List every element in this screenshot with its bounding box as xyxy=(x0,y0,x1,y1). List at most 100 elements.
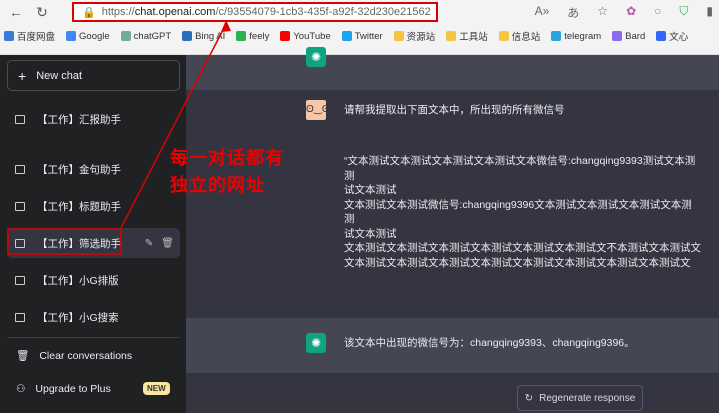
text-line: 文本测试文本测试文本测试文本测试文本测试文本测试文本测试文本测试文 xyxy=(344,256,691,269)
annotation-text: 每一对话都有 独立的网址 xyxy=(170,145,284,199)
bookmark[interactable]: YouTube xyxy=(280,29,331,43)
bookmark-label: 信息站 xyxy=(511,32,541,43)
sidebar: + New chat 【工作】汇报助手 【工作】金句助手 【工作】标题助手 【工作… xyxy=(0,55,186,413)
new-badge: NEW xyxy=(143,382,170,395)
bookmark[interactable]: 资源站 xyxy=(393,29,436,43)
bookmark[interactable]: telegram xyxy=(551,29,601,43)
item-label: 【工作】小G搜索 xyxy=(37,311,119,324)
bookmark-icon xyxy=(612,31,623,41)
bookmark[interactable]: chatGPT xyxy=(120,29,172,43)
bookmark-label: telegram xyxy=(564,30,602,42)
bookmark[interactable]: feely xyxy=(236,29,269,43)
clear-label: Clear conversations xyxy=(39,349,133,362)
address-bar[interactable]: 🔒 https://chat.openai.com/c/93554079-1cb… xyxy=(72,2,438,22)
bookmark-icon xyxy=(236,31,247,41)
bookmark-label: Twitter xyxy=(354,30,383,42)
bookmark-label: 百度网盘 xyxy=(17,32,56,43)
assistant-message: ✺ 该文本中出现的微信号为：changqing9393、changqing939… xyxy=(186,318,719,373)
bookmark-label: 资源站 xyxy=(406,32,436,43)
text-line: 文本测试文本测试微信号:changqing9396文本测试文本测试文本测试文本测 xyxy=(344,198,692,211)
chat-icon xyxy=(15,275,25,285)
chat-icon xyxy=(15,114,25,124)
user-prompt: 请帮我提取出下面文本中，所出现的所有微信号 xyxy=(344,104,565,116)
bookmark-icon xyxy=(551,31,562,41)
translate-icon[interactable]: あ xyxy=(567,4,579,21)
chatgpt-logo-icon: ✺ xyxy=(306,47,326,67)
chat-icon xyxy=(15,164,25,174)
bookmark-label: 文心 xyxy=(669,32,689,43)
item-label: 【工作】汇报助手 xyxy=(37,113,121,126)
annotation-line: 独立的网址 xyxy=(170,175,265,195)
item-label: 【工作】筛选助手 xyxy=(37,237,121,250)
bookmark-label: 工具站 xyxy=(459,32,488,43)
lock-icon: 🔒 xyxy=(82,6,96,19)
bookmark-icon xyxy=(393,31,404,41)
reload-icon[interactable]: ↻ xyxy=(32,4,52,21)
shield-icon[interactable]: ⛉ xyxy=(679,4,688,21)
bookmark[interactable]: Twitter xyxy=(341,29,383,43)
bookmark-icon xyxy=(656,31,667,41)
upgrade-button[interactable]: ⚇ Upgrade to Plus xyxy=(16,383,111,395)
chat-area: ✺ ʘ‿ʘ 请帮我提取出下面文本中，所出现的所有微信号 “文本测试文本测试文本测… xyxy=(186,47,719,413)
text-line: 试文本测试 xyxy=(344,227,397,240)
favorite-icon[interactable]: ☆ xyxy=(597,4,608,21)
bookmark-label: feely xyxy=(249,30,270,42)
assistant-reply: 该文本中出现的微信号为：changqing9393、changqing9396。 xyxy=(344,337,635,349)
bookmark-icon xyxy=(446,31,457,41)
extension-icon[interactable]: ✿ xyxy=(626,4,636,21)
bookmark-icon xyxy=(66,31,77,41)
url-prefix: https:// xyxy=(101,6,135,18)
bookmark[interactable]: Bard xyxy=(612,29,645,43)
bookmark-label: Bard xyxy=(625,30,646,42)
divider xyxy=(7,337,180,338)
item-label: 【工作】标题助手 xyxy=(37,200,121,213)
url-path: /c/93554079-1cb3-435f-a92f-32d230e21562 xyxy=(215,6,431,18)
upgrade-label: Upgrade to Plus xyxy=(35,383,111,395)
bookmark[interactable]: Bing AI xyxy=(182,29,225,43)
bookmark[interactable]: 百度网盘 xyxy=(4,29,55,43)
sidebar-item[interactable]: 【工作】金句助手 xyxy=(7,155,180,183)
url-domain: chat.openai.com xyxy=(134,6,216,18)
bookmark-label: Bing AI xyxy=(195,30,226,42)
text-line: 测 xyxy=(344,169,355,182)
bookmark-label: YouTube xyxy=(293,30,331,42)
text-line: 试文本测试 xyxy=(344,184,397,196)
user-text: “文本测试文本测试文本测试文本测试文本微信号:changqing9393测试文本… xyxy=(344,154,701,270)
bookmark-icon xyxy=(498,31,509,41)
regenerate-button[interactable]: ↻ Regenerate response xyxy=(517,385,643,411)
sidebar-item[interactable]: 【工作】标题助手 xyxy=(7,192,180,220)
user-avatar: ʘ‿ʘ xyxy=(306,100,330,120)
sidebar-item-partial[interactable] xyxy=(7,93,180,101)
chat-icon xyxy=(15,201,25,211)
text-line: “文本测试文本测试文本测试文本测试文本微信号:changqing9393测试文本… xyxy=(344,155,696,167)
sidebar-item[interactable]: 【工作】小G排版 xyxy=(7,266,180,294)
regenerate-label: Regenerate response xyxy=(539,392,636,404)
bookmark-icon xyxy=(280,31,291,41)
bookmark[interactable]: Google xyxy=(66,29,110,43)
bookmark[interactable]: 工具站 xyxy=(446,29,488,43)
text-line: 文本测试文本测试文本测试文本测试文本测试文本测试文不本测试文本测试文 xyxy=(344,242,701,254)
sidebar-item-selected[interactable]: 【工作】筛选助手 ✎ 🗑 xyxy=(7,228,180,258)
bookmark-icon xyxy=(120,31,131,41)
sidebar-item[interactable]: 【工作】汇报助手 xyxy=(7,105,180,133)
chat-extension-icon[interactable]: ○ xyxy=(654,4,661,21)
bookmark-icon xyxy=(341,31,352,41)
item-label: 【工作】小G排版 xyxy=(37,274,119,287)
menu-icon[interactable]: ▮ xyxy=(706,4,713,21)
sidebar-item[interactable]: 【工作】小G搜索 xyxy=(7,303,180,331)
text-line: 测 xyxy=(344,213,355,225)
new-chat-button[interactable]: + New chat xyxy=(7,60,180,91)
bookmark-label: Google xyxy=(79,30,110,42)
chat-icon xyxy=(15,312,25,322)
user-message: ʘ‿ʘ 请帮我提取出下面文本中，所出现的所有微信号 “文本测试文本测试文本测试文… xyxy=(186,90,719,318)
trash-icon[interactable]: 🗑 xyxy=(161,238,174,249)
clear-conversations-button[interactable]: 🗑 Clear conversations xyxy=(16,349,133,363)
bookmark-label: chatGPT xyxy=(133,30,172,42)
read-aloud-icon[interactable]: A» xyxy=(535,4,550,21)
edit-icon[interactable]: ✎ xyxy=(145,238,153,249)
back-icon[interactable]: ← xyxy=(6,4,26,20)
chatgpt-logo-icon: ✺ xyxy=(306,333,326,353)
bookmark-icon xyxy=(4,31,14,41)
bookmark[interactable]: 文心 xyxy=(656,29,688,43)
bookmark[interactable]: 信息站 xyxy=(498,29,541,43)
